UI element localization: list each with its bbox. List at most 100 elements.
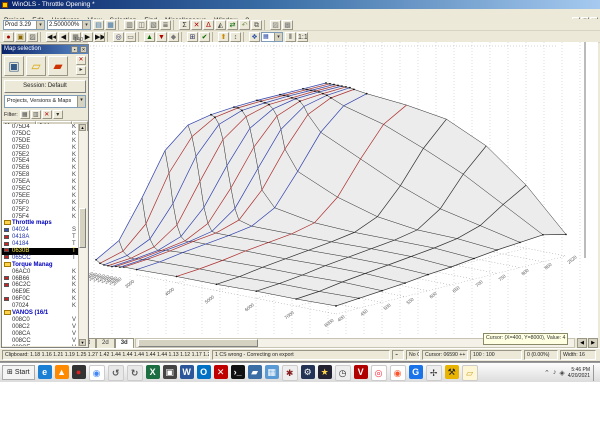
map-3d-view[interactable]: 1980 2080 2180 2280 2380 2480 2580 2680 3000 4000… — [83, 42, 598, 338]
scrollbar-thumb[interactable] — [137, 339, 258, 347]
scroll-right-icon[interactable]: ▶ — [588, 338, 598, 348]
percent-combo[interactable]: 2.500000% ▾ — [47, 19, 91, 30]
scale-1to1-icon[interactable]: 1:1 — [297, 31, 308, 42]
map-row[interactable]: 075F4 K — [2, 214, 81, 221]
map-row[interactable]: 075EE K — [2, 193, 81, 200]
import-maps-icon[interactable]: ▰ — [48, 55, 68, 76]
map-row[interactable]: 075E0 K — [2, 145, 81, 152]
text-view-icon[interactable]: ≣ — [160, 19, 171, 30]
tab-2d[interactable]: 2d — [96, 338, 115, 348]
map-row[interactable]: 075E2 K — [2, 152, 81, 159]
chevron-down-icon[interactable]: ▾ — [274, 32, 282, 41]
surface-chart[interactable]: 19802080218022802380248025802680 30004000… — [83, 42, 598, 338]
start-button[interactable]: ⊞ Start — [2, 365, 35, 380]
taskbar-icon-redo-tool[interactable]: ↻ — [126, 364, 143, 381]
close-icon[interactable]: ✕ — [80, 46, 87, 53]
map-row[interactable]: 075DC K — [2, 131, 81, 138]
view-3d-icon[interactable]: ▦ — [105, 19, 116, 30]
last-map-icon[interactable]: ▶▶ — [94, 31, 105, 42]
taskbar-clock[interactable]: 5:46 PM 4/20/2021 — [568, 367, 590, 379]
shield-icon[interactable]: ◈ — [559, 369, 564, 377]
map-row[interactable]: 075D4 K — [2, 124, 81, 131]
taskbar-icon-star-app[interactable]: ★ — [317, 364, 332, 379]
taskbar-icon-close-red[interactable]: ✕ — [213, 364, 228, 379]
taskbar-icon-wrench-app[interactable]: ⚒ — [444, 364, 459, 379]
panel-scrollbar[interactable]: ▲ ▼ — [78, 124, 87, 346]
map-list[interactable]: 075D4 K 075DC K 075DE K 075E0 K 075E2 K 075E4 K 075E… — [2, 124, 81, 346]
project-props-icon[interactable]: ▨ — [27, 31, 38, 42]
record-icon[interactable]: ● — [3, 31, 14, 42]
map-group-row[interactable]: VANOS (16/1 — [2, 310, 81, 317]
taskbar-icon-calculator[interactable]: ▦ — [264, 364, 279, 379]
map-row[interactable]: 008CEV — [2, 345, 81, 347]
dec-value-icon[interactable]: ▼ — [156, 31, 167, 42]
taskbar-icon-camera-app[interactable]: ● — [71, 364, 86, 379]
apply-icon[interactable]: ✔ — [199, 31, 210, 42]
swap-icon[interactable]: ⇄ — [227, 19, 238, 30]
chevron-down-icon[interactable]: ▾ — [36, 20, 44, 29]
taskbar-icon-paw-app[interactable]: ✱ — [281, 364, 298, 381]
map-row[interactable]: 008C0 V — [2, 317, 81, 324]
inc-value-icon[interactable]: ▲ — [144, 31, 155, 42]
map-row[interactable]: 04184 T — [2, 241, 81, 248]
first-map-icon[interactable]: ◀◀ — [46, 31, 57, 42]
zoom-icon[interactable]: ◎ — [113, 31, 124, 42]
taskbar-icon-folder-app[interactable]: ▱ — [461, 364, 478, 381]
updown-icon[interactable]: ↕ — [230, 31, 241, 42]
map-row[interactable]: 075F2 K — [2, 207, 81, 214]
title-bar[interactable]: WinOLS - Throttle Opening * — [0, 0, 600, 9]
scroll-down-icon[interactable]: ▼ — [79, 339, 86, 346]
filter-maps-icon[interactable]: ▥ — [30, 110, 41, 119]
map-row[interactable]: 075EC K — [2, 186, 81, 193]
filter-all-icon[interactable]: ▦ — [19, 110, 30, 119]
map-row[interactable]: 075F0 K — [2, 200, 81, 207]
session-button[interactable]: Session: Default — [4, 80, 86, 93]
map-row[interactable]: 0630B T — [2, 248, 81, 255]
view-2d-icon[interactable]: ▤ — [93, 19, 104, 30]
display-mode-combo[interactable]: ▦ ▾ — [261, 31, 283, 42]
taskbar-icon-undo-tool[interactable]: ↺ — [107, 364, 124, 381]
taskbar-icon-files[interactable]: ▰ — [247, 364, 262, 379]
chevron-down-icon[interactable]: ▾ — [77, 96, 85, 107]
undo-icon[interactable]: ↶ — [239, 19, 250, 30]
panel-title-bar[interactable]: Map selection ▪ ✕ — [2, 45, 88, 54]
delta-icon[interactable]: Δ — [203, 19, 214, 30]
open-session-icon[interactable]: ▱ — [26, 55, 46, 76]
project-open-icon[interactable]: ▣ — [15, 31, 26, 42]
select-icon[interactable]: ▭ — [125, 31, 136, 42]
taskbar-icon-internet-explorer[interactable]: e — [37, 364, 52, 379]
delete-icon[interactable]: ✕ — [76, 55, 86, 65]
taskbar-icon-media-player[interactable]: ▲ — [54, 364, 69, 379]
taskbar-icon-gears-app[interactable]: ⚙ — [300, 364, 315, 379]
taskbar-icon-google-app[interactable]: G — [408, 364, 423, 379]
taskbar-icon-excel[interactable]: X — [145, 364, 160, 379]
pin-icon[interactable]: ▪ — [71, 46, 78, 53]
map-row[interactable]: 075E4 K — [2, 158, 81, 165]
save-session-icon[interactable]: ▣ — [4, 55, 24, 76]
rows-icon[interactable]: ▧ — [148, 19, 159, 30]
map-group-row[interactable]: Throttle maps — [2, 220, 81, 227]
map-row[interactable]: 07024 K — [2, 303, 81, 310]
next-map-icon[interactable]: ▶ — [82, 31, 93, 42]
mdi-window-controls[interactable]: _▢✕ — [571, 9, 598, 25]
taskbar-icon-video-app[interactable]: V — [353, 364, 368, 379]
compare-icon[interactable]: ◭ — [215, 19, 226, 30]
taskbar-icon-controller[interactable]: ▣ — [162, 364, 177, 379]
prev-map-icon[interactable]: ◀ — [58, 31, 69, 42]
taskbar-icon-terminal[interactable]: ›_ — [230, 364, 245, 379]
map-row[interactable]: 075EA K — [2, 179, 81, 186]
import-icon[interactable]: ⬆ — [218, 31, 229, 42]
taskbar-icon-word[interactable]: W — [179, 364, 194, 379]
map-row[interactable]: 008CA V — [2, 331, 81, 338]
volume-icon[interactable]: ♪ — [553, 369, 557, 376]
scroll-up-icon[interactable]: ▲ — [79, 124, 86, 131]
map-row[interactable]: 04024 S — [2, 227, 81, 234]
map-row[interactable]: 008CC V — [2, 338, 81, 345]
scrollbar-thumb[interactable] — [79, 208, 86, 249]
map-row[interactable]: 06AC0 K — [2, 269, 81, 276]
taskbar-icon-antenna-app[interactable]: ✢ — [425, 364, 442, 381]
checker-icon[interactable]: ▩ — [282, 19, 293, 30]
grid-icon[interactable]: ▥ — [124, 19, 135, 30]
version-combo[interactable]: Prod 3.29 ▾ — [3, 19, 45, 30]
scroll-left-icon[interactable]: ◀ — [577, 338, 587, 348]
